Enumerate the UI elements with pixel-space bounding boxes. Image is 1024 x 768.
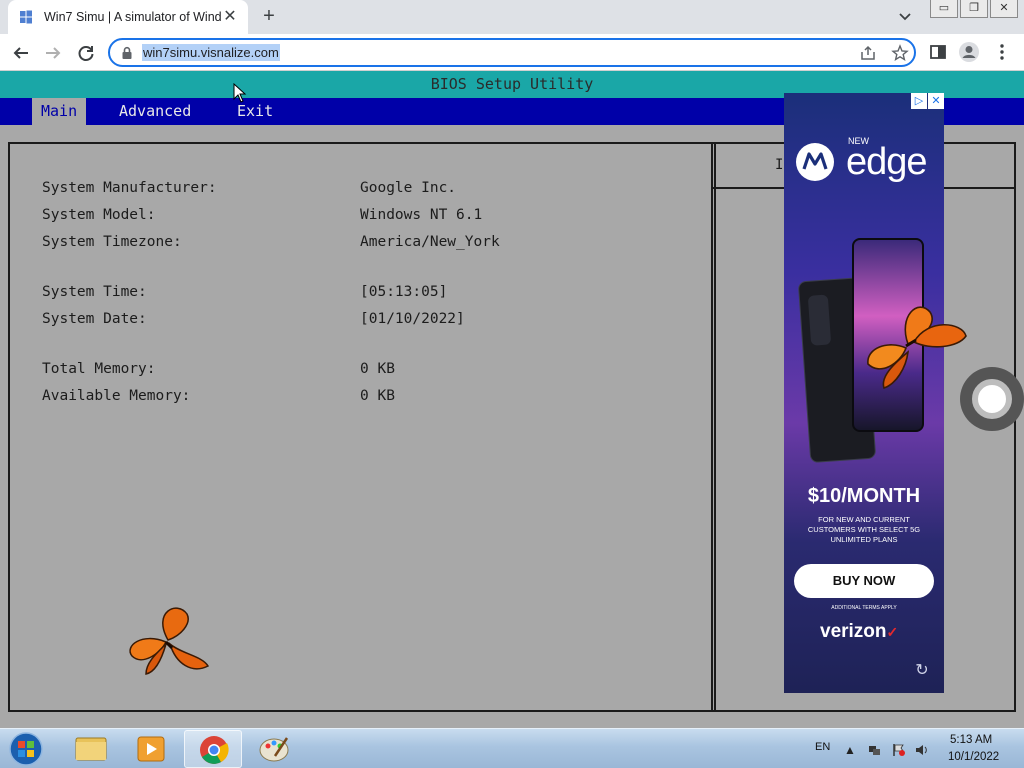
total-memory-label: Total Memory: [42,361,156,377]
system-model-value: Windows NT 6.1 [360,207,483,223]
bookmark-star-icon[interactable] [891,44,909,62]
buy-now-button[interactable]: BUY NOW [794,564,934,598]
window-controls: ▭ ❐ ✕ [928,0,1018,18]
mouse-cursor-icon [233,82,247,103]
reload-button[interactable] [73,40,99,66]
ad-info-icon[interactable]: ▷ [911,93,927,109]
side-panel-icon[interactable] [926,40,950,64]
taskbar-media-player[interactable] [122,730,180,768]
system-date-field[interactable]: [01/10/2022] [360,311,465,327]
new-tab-button[interactable]: + [258,6,280,28]
browser-toolbar: win7simu.visnalize.com [0,34,1024,71]
browser-tab[interactable]: Win7 Simu | A simulator of Wind ✕ [8,0,248,34]
bios-menu-advanced[interactable]: Advanced [110,98,200,125]
system-model-label: System Model: [42,207,156,223]
verizon-logo: verizon✓ [820,621,898,643]
tab-close-icon[interactable]: ✕ [222,9,238,25]
more-menu-icon[interactable] [990,40,1014,64]
back-button[interactable] [8,40,34,66]
language-indicator[interactable]: EN [815,741,830,753]
paint-icon [259,737,289,762]
system-timezone-label: System Timezone: [42,234,182,250]
taskbar-explorer[interactable] [62,730,120,768]
minimize-button[interactable]: ▭ [930,0,958,18]
windows-taskbar: EN ▲ 5:13 AM 10/1/2022 [0,728,1024,768]
network-icon[interactable] [868,743,882,757]
system-timezone-value: America/New_York [360,234,500,250]
show-hidden-icons-icon[interactable]: ▲ [843,743,857,757]
ad-price: $10/MONTH [807,485,921,507]
verizon-wordmark: verizon [820,621,887,642]
butterfly-icon [122,602,214,678]
screen: Win7 Simu | A simulator of Wind ✕ + ▭ ❐ … [0,0,1024,768]
media-player-icon [137,736,165,762]
system-manufacturer-value: Google Inc. [360,180,457,196]
system-time-label: System Time: [42,284,147,300]
share-icon[interactable] [859,44,877,62]
address-bar[interactable]: win7simu.visnalize.com [108,38,916,67]
replay-icon[interactable]: ↻ [912,661,932,681]
butterfly-icon [858,296,970,392]
taskbar-paint[interactable] [245,730,303,768]
ad-choices: ▷ ✕ [910,93,944,109]
system-manufacturer-label: System Manufacturer: [42,180,217,196]
windows-favicon-icon [18,9,34,25]
forward-button[interactable] [40,40,66,66]
ad-product-name: edge [846,141,928,183]
url-text[interactable]: win7simu.visnalize.com [142,44,280,61]
chrome-icon [200,736,229,764]
tab-search-chevron-icon[interactable] [895,8,915,26]
profile-avatar-icon[interactable] [957,40,981,64]
advertisement-banner[interactable]: ▷ ✕ NEW edge $10/MONTH FOR NEW AND CURRE… [784,93,944,693]
available-memory-label: Available Memory: [42,388,191,404]
available-memory-value: 0 KB [360,388,395,404]
verizon-check-mark: ✓ [886,624,899,640]
action-center-flag-icon[interactable] [892,743,906,757]
system-time-field[interactable]: [05:13:05] [360,284,447,300]
motorola-logo-icon [796,143,834,181]
close-window-button[interactable]: ✕ [990,0,1018,18]
floating-assist-button[interactable] [960,367,1024,431]
volume-icon[interactable] [915,743,929,757]
clock-date[interactable]: 10/1/2022 [948,751,999,763]
bios-main-panel: System Manufacturer: Google Inc. System … [8,142,716,712]
bios-menu-main[interactable]: Main [32,98,87,125]
system-date-label: System Date: [42,311,147,327]
folder-icon [75,737,107,761]
ad-fine-print: FOR NEW AND CURRENT CUSTOMERS WITH SELEC… [807,515,921,544]
ad-terms: ADDITIONAL TERMS APPLY [831,605,897,611]
taskbar-chrome[interactable] [184,730,242,768]
restore-button[interactable]: ❐ [960,0,988,18]
lock-icon [120,46,134,60]
start-button[interactable] [6,731,46,767]
browser-tab-strip: Win7 Simu | A simulator of Wind ✕ + ▭ ❐ … [0,0,1024,34]
clock-time[interactable]: 5:13 AM [950,734,992,746]
tab-title: Win7 Simu | A simulator of Wind [44,10,222,24]
ad-close-icon[interactable]: ✕ [928,93,944,109]
total-memory-value: 0 KB [360,361,395,377]
